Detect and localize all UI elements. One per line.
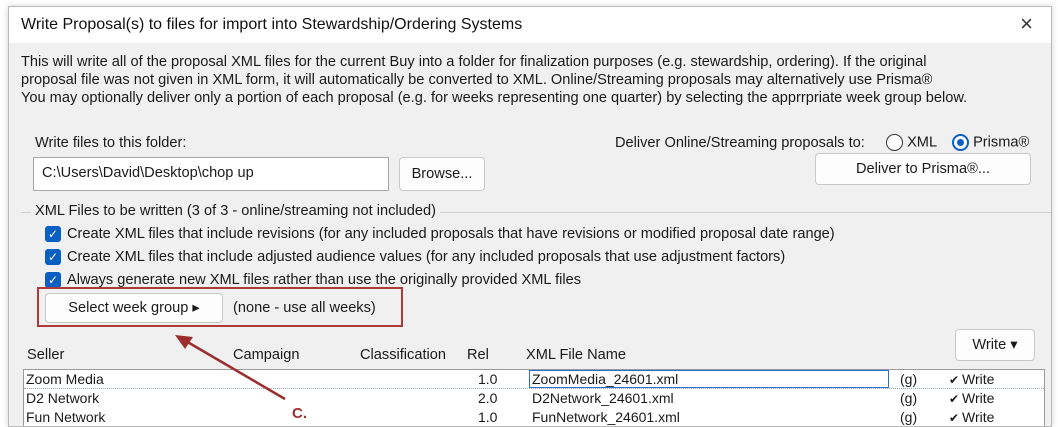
annotation-label: C. (292, 405, 307, 422)
annotation-arrow (175, 335, 286, 401)
write-proposals-dialog: Write Proposal(s) to files for import in… (8, 6, 1052, 427)
